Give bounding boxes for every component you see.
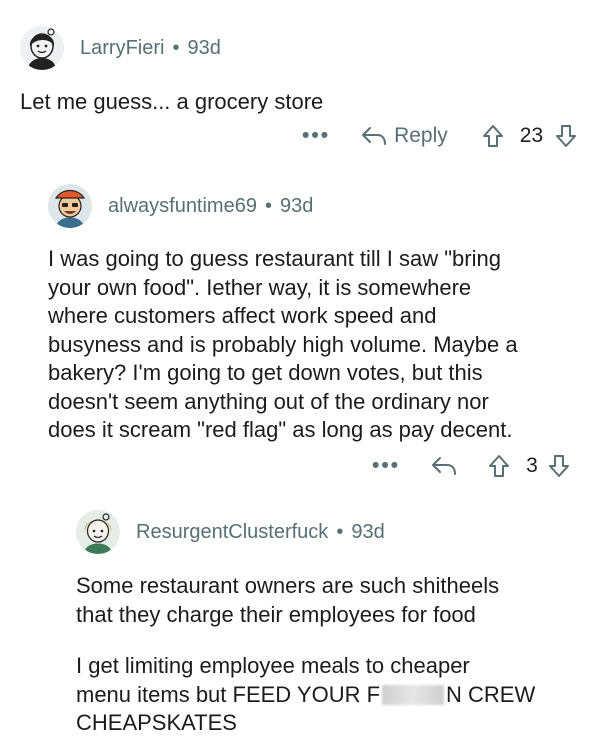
comment-age: 93d: [279, 194, 314, 217]
comment-body-line: where customers affect work speed and: [48, 303, 437, 328]
comment-body: Let me guess... a grocery store: [20, 88, 323, 117]
reply-icon: [362, 127, 387, 145]
comment-text-segment: N CREW: [446, 681, 536, 707]
downvote-button[interactable]: [548, 454, 570, 478]
comment-body-line: CHEAPSKATES: [76, 710, 237, 735]
avatar-icon: [76, 510, 120, 554]
avatar-icon: [20, 26, 64, 70]
reply-icon: [432, 457, 457, 475]
comment-header: ResurgentClusterfuck • 93d: [76, 510, 385, 554]
downvote-button[interactable]: [555, 124, 577, 148]
comment-age: 93d: [351, 520, 385, 543]
comment-body-line: bakery? I'm going to get down votes, but…: [48, 360, 483, 385]
upvote-arrow-icon: [489, 455, 510, 477]
username[interactable]: ResurgentClusterfuck: [136, 521, 328, 544]
comment-actions: ••• Reply 23: [302, 124, 577, 148]
upvote-button[interactable]: [488, 454, 510, 478]
avatar-icon: [48, 184, 92, 228]
upvote-arrow-icon: [482, 125, 503, 147]
comment-header: LarryFieri • 93d: [20, 26, 221, 70]
comment-age: 93d: [187, 36, 221, 59]
comment-body-line: I get limiting employee meals to cheaper: [76, 653, 470, 678]
username[interactable]: LarryFieri: [80, 37, 164, 60]
more-options-button[interactable]: •••: [372, 454, 400, 478]
comment-body-line: I was going to guess restaurant till I s…: [48, 246, 501, 271]
comment-body: Some restaurant owners are such shitheel…: [76, 572, 499, 629]
downvote-arrow-icon: [548, 455, 569, 477]
vote-count: 3: [526, 454, 538, 477]
reply-label: Reply: [394, 124, 448, 147]
user-avatar[interactable]: [76, 510, 120, 554]
separator-dot: •: [336, 520, 344, 543]
user-avatar[interactable]: [48, 184, 92, 228]
separator-dot: •: [264, 194, 272, 217]
comment-actions: ••• 3: [372, 454, 570, 478]
vote-count: 23: [519, 124, 544, 147]
comment-body: I was going to guess restaurant till I s…: [48, 245, 518, 445]
comment-text-segment: menu items but FEED YOUR F: [76, 681, 381, 707]
comment-body-line: Some restaurant owners are such shitheel…: [76, 573, 500, 598]
more-options-button[interactable]: •••: [302, 124, 330, 148]
comment-body-line: your own food". Iether way, it is somewh…: [48, 274, 472, 300]
upvote-button[interactable]: [482, 124, 504, 148]
comment-body-line: menu items but FEED YOUR F N CREW: [76, 681, 535, 710]
user-avatar[interactable]: [20, 26, 64, 70]
comment-body-line: does it scream "red flag" as long as pay…: [48, 417, 513, 442]
separator-dot: •: [172, 36, 180, 59]
comment-body-line: busyness and is probably high volume. Ma…: [48, 331, 518, 357]
reply-button[interactable]: Reply: [360, 124, 448, 148]
username[interactable]: alwaysfuntime69: [108, 195, 257, 218]
comment-body-line: Let me guess... a grocery store: [20, 89, 324, 114]
downvote-arrow-icon: [556, 125, 577, 147]
comment-body-line: doesn't seem anything out of the ordinar…: [48, 388, 489, 414]
reply-button[interactable]: [430, 455, 458, 477]
comment-header: alwaysfuntime69 • 93d: [48, 184, 313, 228]
comment-body-paragraph: I get limiting employee meals to cheaper…: [76, 652, 535, 738]
redaction-blur: [382, 684, 445, 705]
comment-body-line: that they charge their employees for foo…: [76, 601, 476, 627]
